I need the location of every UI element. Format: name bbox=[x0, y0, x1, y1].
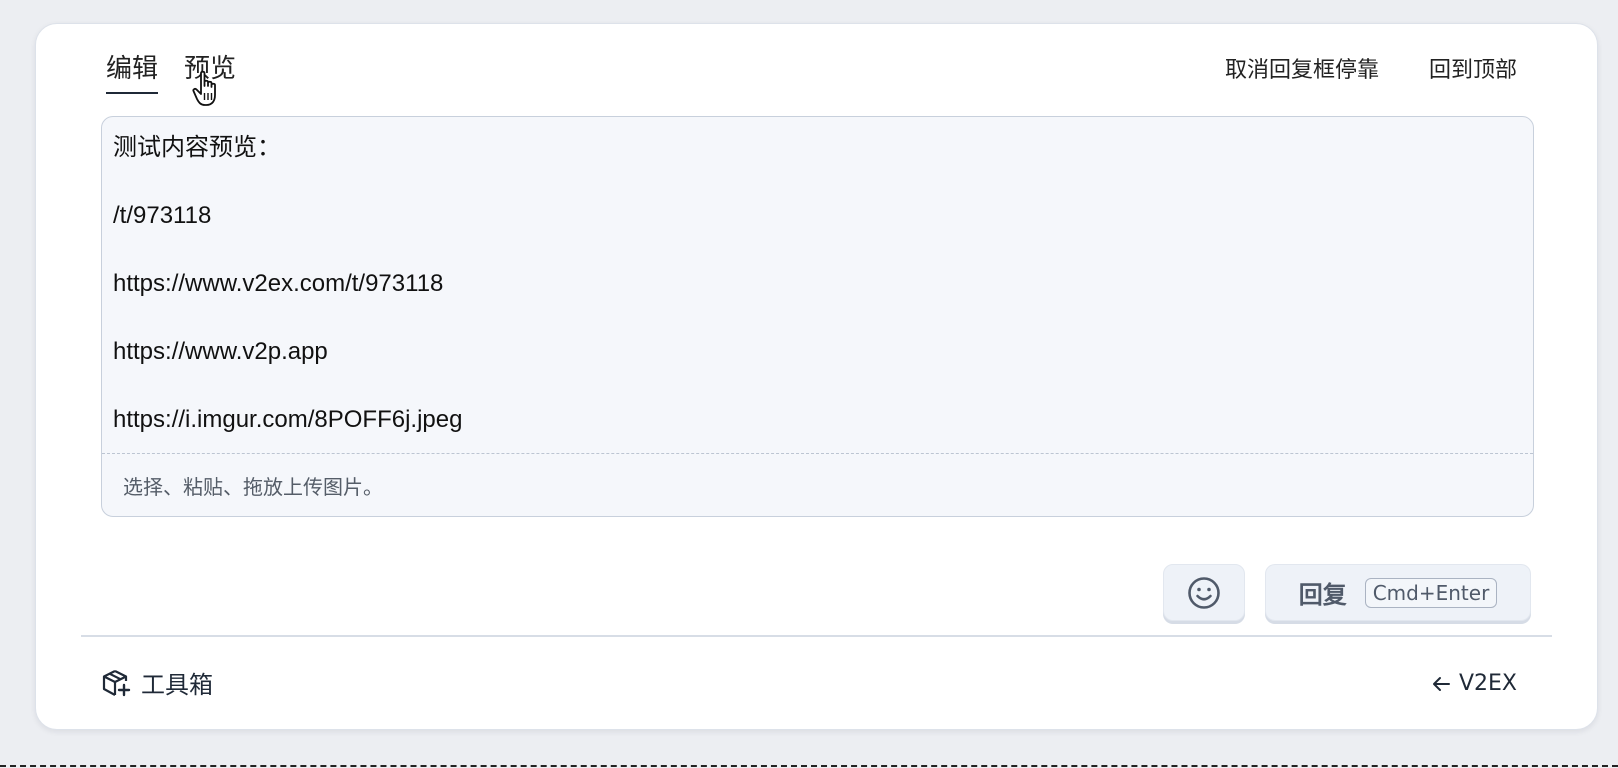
reply-text-content[interactable]: 测试内容预览： /t/973118 https://www.v2ex.com/t… bbox=[113, 131, 1513, 471]
shortcut-badge: Cmd+Enter bbox=[1364, 577, 1498, 608]
smiley-icon bbox=[1188, 576, 1220, 609]
back-link-label: V2EX bbox=[1458, 671, 1517, 696]
toolbox-label: 工具箱 bbox=[141, 671, 213, 699]
top-actions: 取消回复框停靠 回到顶部 bbox=[1225, 56, 1517, 86]
undock-reply-box-link[interactable]: 取消回复框停靠 bbox=[1225, 56, 1379, 86]
editor-line: https://www.v2ex.com/t/973118 bbox=[113, 270, 444, 297]
page: 编辑 预览 取消回复框停靠 回到顶部 测试内容预览： /t/973118 htt… bbox=[0, 0, 1618, 768]
reply-card: 编辑 预览 取消回复框停靠 回到顶部 测试内容预览： /t/973118 htt… bbox=[35, 23, 1598, 730]
footer-divider bbox=[81, 635, 1552, 637]
back-to-top-link[interactable]: 回到顶部 bbox=[1429, 56, 1517, 86]
arrow-left-icon bbox=[1432, 676, 1450, 691]
dashed-edge bbox=[0, 765, 1618, 767]
editor-line: https://www.v2p.app bbox=[113, 338, 328, 365]
package-plus-icon bbox=[102, 669, 131, 696]
reply-button-label: 回复 bbox=[1298, 581, 1347, 609]
editor-line: /t/973118 bbox=[113, 202, 212, 229]
image-upload-bar[interactable]: 选择、粘贴、拖放上传图片。 bbox=[102, 453, 1533, 516]
editor-line: 测试内容预览： bbox=[113, 134, 281, 161]
reply-textarea[interactable]: 测试内容预览： /t/973118 https://www.v2ex.com/t… bbox=[101, 116, 1534, 517]
hand-pointer-cursor-icon bbox=[192, 70, 216, 106]
tab-edit[interactable]: 编辑 bbox=[106, 52, 159, 94]
back-to-v2ex-link[interactable]: V2EX bbox=[1431, 671, 1517, 696]
emoji-button[interactable] bbox=[1163, 564, 1245, 621]
toolbox-link[interactable]: 工具箱 bbox=[101, 665, 213, 700]
reply-button[interactable]: 回复 Cmd+Enter bbox=[1265, 564, 1531, 621]
